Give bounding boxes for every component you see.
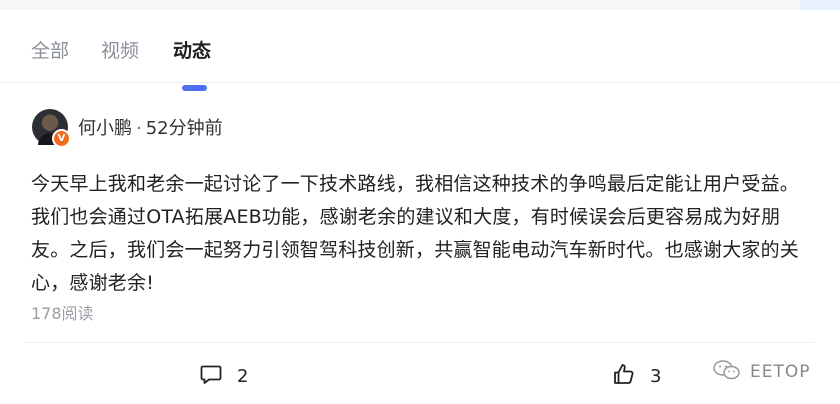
comment-button[interactable]: 2 [199, 362, 248, 390]
active-tab-indicator [182, 85, 207, 91]
author-row: V 何小鹏 · 52分钟前 [32, 107, 223, 148]
tab-video[interactable]: 视频 [101, 36, 139, 63]
tab-all[interactable]: 全部 [31, 36, 69, 63]
read-count: 178阅读 [31, 304, 94, 323]
top-band-accent [800, 0, 840, 10]
post-body: 今天早上我和老余一起讨论了一下技术路线，我相信这种技术的争鸣最后定能让用户受益。… [31, 173, 800, 294]
author-meta: 何小鹏 · 52分钟前 [78, 114, 223, 140]
post-time: 52分钟前 [145, 118, 223, 139]
wechat-icon [712, 359, 742, 386]
divider [24, 342, 814, 343]
like-button[interactable]: 3 [612, 362, 661, 390]
post-page: 全部 视频 动态 V 何小鹏 · 52分钟前 今天早上我和老余一起讨论了一下技术路线… [0, 0, 840, 404]
thumbs-up-icon [612, 362, 636, 390]
comment-count: 2 [237, 365, 249, 387]
top-band [0, 0, 840, 10]
tab-bar: 全部 视频 动态 [0, 10, 840, 91]
watermark: EETOP [712, 359, 811, 386]
verified-badge: V [52, 129, 71, 148]
tab-dynamic[interactable]: 动态 [173, 36, 211, 63]
meta-separator: · [136, 118, 142, 139]
watermark-text: EETOP [750, 362, 811, 382]
avatar[interactable]: V [32, 109, 71, 148]
comment-bubble-icon [199, 362, 223, 390]
author-name[interactable]: 何小鹏 [78, 118, 132, 139]
like-count: 3 [650, 365, 662, 387]
